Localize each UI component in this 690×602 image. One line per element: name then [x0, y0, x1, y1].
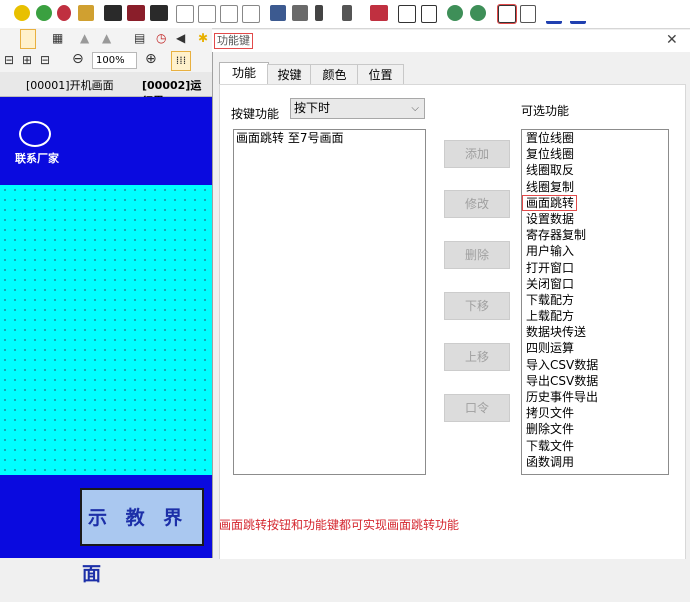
add-button[interactable]: 添加	[444, 140, 510, 168]
globe-alt-icon[interactable]	[470, 5, 486, 21]
list-item[interactable]: 设置数据	[522, 211, 668, 227]
key-function-value: 按下时	[294, 101, 331, 115]
align-left-icon[interactable]: ⊟	[4, 53, 14, 67]
list-item-row: 画面跳转	[522, 194, 668, 211]
key-function-label: 按键功能	[231, 107, 280, 121]
view-toolbar: ⊟ ⊞ ⊟ ⊖ 100% ⊕ ⁞⁞⁞	[0, 50, 212, 73]
list-item[interactable]: 复位线圈	[522, 146, 668, 162]
password-button[interactable]: 口令	[444, 394, 510, 422]
list-item[interactable]: 拷贝文件	[522, 405, 668, 421]
image-icon[interactable]	[78, 5, 94, 21]
pointer-icon[interactable]	[20, 29, 36, 49]
abc-input-icon[interactable]	[198, 5, 216, 23]
bulb-icon[interactable]	[14, 5, 30, 21]
screen-tabs: [00001]开机画面 [00002]运行界	[0, 72, 212, 108]
zoom-select[interactable]: 100%	[92, 52, 137, 69]
list-item[interactable]: 线圈复制	[522, 179, 668, 195]
keyboard-icon[interactable]	[292, 5, 308, 21]
list-item[interactable]: 四则运算	[522, 340, 668, 356]
meter-icon[interactable]	[270, 5, 286, 21]
ascii-display-icon[interactable]	[150, 5, 168, 21]
main-toolbar	[0, 0, 690, 29]
align-center-icon[interactable]: ⊞	[22, 53, 32, 67]
globe-icon[interactable]	[447, 5, 463, 21]
bar-display-icon[interactable]	[127, 5, 145, 21]
list-item[interactable]: 历史事件导出	[522, 389, 668, 405]
list-item[interactable]: 关闭窗口	[522, 276, 668, 292]
chat-icon[interactable]	[19, 121, 51, 147]
assigned-functions-list[interactable]: 画面跳转 至7号画面	[233, 129, 426, 475]
palette-icon[interactable]: ▦	[52, 31, 63, 45]
list-item[interactable]: 打开窗口	[522, 260, 668, 276]
list-item[interactable]: 下载文件	[522, 438, 668, 454]
dialog-title-bar	[212, 30, 690, 52]
list-item[interactable]: 函数调用	[522, 454, 668, 470]
window-icon[interactable]	[398, 5, 416, 23]
clock-icon[interactable]: ◷	[156, 31, 166, 45]
move-up-button[interactable]: 上移	[444, 343, 510, 371]
list-item[interactable]: 数据块传送	[522, 324, 668, 340]
list-item[interactable]: 用户输入	[522, 243, 668, 259]
eraser-icon[interactable]	[370, 5, 388, 21]
screen-tab-startup[interactable]: [00001]开机画面	[26, 77, 114, 93]
numeric-display-icon[interactable]	[104, 5, 122, 21]
tab-function[interactable]: 功能	[219, 62, 269, 86]
graph-icon[interactable]	[220, 5, 238, 23]
lamp-icon[interactable]	[36, 5, 52, 21]
phone-icon[interactable]	[342, 5, 352, 21]
key-function-select[interactable]: 按下时 ⌵	[290, 98, 425, 119]
list-item[interactable]: 画面跳转 至7号画面	[234, 130, 425, 146]
list-item[interactable]: 线圈取反	[522, 162, 668, 178]
edit-toolbar: ▦ ▲ ▲ ▤ ◷ ◀ ✱	[0, 28, 212, 51]
triangle-up-icon[interactable]: ▲	[80, 31, 89, 45]
list-item[interactable]: 导入CSV数据	[522, 357, 668, 373]
star-icon[interactable]: ✱	[198, 31, 208, 45]
tab-position[interactable]: 位置	[357, 64, 404, 85]
close-icon[interactable]: ✕	[666, 32, 678, 48]
tab-color[interactable]: 颜色	[310, 64, 359, 85]
rectangle-icon[interactable]	[497, 4, 517, 24]
zoom-out-icon[interactable]: ⊖	[72, 51, 84, 67]
target-icon[interactable]	[57, 5, 71, 21]
document-icon[interactable]: ▤	[134, 31, 145, 45]
link-icon[interactable]	[520, 5, 536, 23]
number-input-icon[interactable]	[176, 5, 194, 23]
list-item[interactable]: 导出CSV数据	[522, 373, 668, 389]
frame-icon[interactable]	[421, 5, 437, 23]
triangle-down-icon[interactable]: ▲	[102, 31, 111, 45]
delete-button[interactable]: 删除	[444, 241, 510, 269]
speaker-icon[interactable]: ◀	[176, 31, 185, 45]
contact-label[interactable]: 联系厂家	[15, 150, 59, 166]
counter-icon[interactable]	[242, 5, 260, 23]
zoom-in-icon[interactable]: ⊕	[145, 51, 157, 67]
list-item-selected[interactable]: 画面跳转	[522, 194, 578, 211]
list-item[interactable]: 下载配方	[522, 292, 668, 308]
annotation-note: 画面跳转按钮和功能键都可实现画面跳转功能	[219, 518, 460, 532]
move-down-button[interactable]: 下移	[444, 292, 510, 320]
key-icon[interactable]	[315, 5, 323, 21]
teach-screen-button[interactable]: 示 教 界 面	[80, 488, 204, 585]
bar-chart-icon[interactable]	[546, 5, 562, 24]
grid-icon[interactable]: ⁞⁞⁞	[171, 51, 191, 71]
dialog-title: 功能键	[214, 33, 253, 49]
tab-key[interactable]: 按键	[267, 64, 312, 85]
chevron-down-icon: ⌵	[411, 103, 419, 114]
available-functions-label: 可选功能	[521, 104, 570, 118]
align-right-icon[interactable]: ⊟	[40, 53, 50, 67]
list-item[interactable]: 寄存器复制	[522, 227, 668, 243]
list-item[interactable]: 置位线圈	[522, 130, 668, 146]
bar-chart-alt-icon[interactable]	[570, 5, 586, 24]
canvas-grid	[0, 185, 212, 475]
list-item[interactable]: 删除文件	[522, 421, 668, 437]
available-functions-list[interactable]: 置位线圈 复位线圈 线圈取反 线圈复制 画面跳转 设置数据 寄存器复制 用户输入…	[521, 129, 669, 475]
modify-button[interactable]: 修改	[444, 190, 510, 218]
list-item[interactable]: 上载配方	[522, 308, 668, 324]
